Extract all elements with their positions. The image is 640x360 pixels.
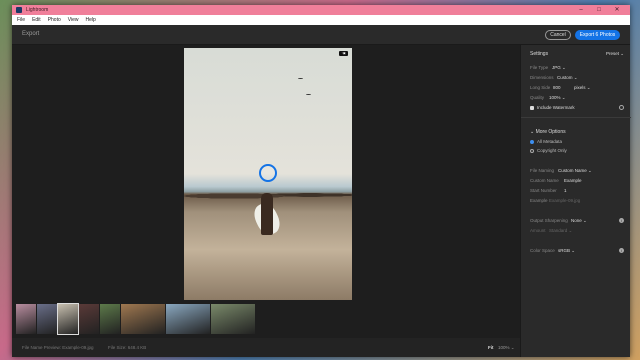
info-icon[interactable]: i (619, 218, 624, 223)
dimensions-dropdown[interactable]: Custom ⌄ (557, 75, 578, 81)
menu-edit[interactable]: Edit (32, 17, 41, 23)
photo-badge-icon: ↑▣ (339, 51, 348, 56)
long-side-label: Long Side (530, 85, 551, 90)
beach-surfer-thumb[interactable] (57, 303, 79, 335)
bird-shape (298, 78, 303, 80)
desk-thumb[interactable] (121, 304, 165, 334)
watermark-position-handle[interactable] (259, 164, 277, 182)
menu-bar: File Edit Photo View Help (12, 15, 630, 25)
menu-view[interactable]: View (68, 17, 79, 23)
surfer-shape (261, 193, 273, 235)
all-metadata-row: All Metadata (530, 139, 562, 144)
color-space-dropdown[interactable]: sRGB ⌄ (558, 248, 575, 254)
more-options-header[interactable]: ⌄ More Options (530, 129, 566, 135)
amount-label: Amount (530, 228, 546, 233)
output-sharpening-dropdown[interactable]: None ⌄ (571, 218, 587, 224)
copyright-only-label: Copyright Only (537, 148, 567, 153)
export-toolbar: Export Cancel Export 6 Photos (12, 25, 630, 45)
dimensions-label: Dimensions (530, 75, 554, 80)
all-metadata-radio[interactable] (530, 139, 534, 144)
long-side-row: Long Side 800 pixels ⌄ (530, 85, 591, 90)
file-type-dropdown[interactable]: JPG ⌄ (552, 65, 566, 71)
watermark-label: Include Watermark (537, 105, 575, 110)
quality-dropdown[interactable]: 100% ⌄ (549, 95, 566, 101)
file-naming-dropdown[interactable]: Custom Name ⌄ (558, 168, 592, 174)
export-settings-panel: Settings Preset ⌄ File Type JPG ⌄ Dimens… (520, 45, 631, 357)
watermark-checkbox[interactable] (530, 105, 534, 110)
cancel-button[interactable]: Cancel (545, 30, 571, 40)
example-row: Example Example-09.jpg (530, 198, 580, 203)
photo-preview[interactable]: ↑▣ (184, 48, 352, 300)
custom-name-label: Custom Name (530, 178, 559, 183)
window-controls: – □ ✕ (572, 5, 626, 15)
example-label: Example (530, 198, 548, 203)
watermark-settings-icon[interactable] (619, 105, 624, 110)
custom-name-row: Custom Name Example (530, 178, 582, 183)
more-options-label: More Options (535, 129, 566, 135)
person-thumb[interactable] (166, 304, 210, 334)
camera-thumb[interactable] (211, 304, 255, 334)
color-space-label: Color Space (530, 248, 555, 253)
bird-shape (306, 94, 311, 96)
preset-dropdown[interactable]: Preset ⌄ (606, 51, 624, 57)
menu-file[interactable]: File (17, 17, 25, 23)
settings-header: Settings (530, 51, 549, 57)
start-number-label: Start Number (530, 188, 557, 193)
filmstrip (16, 303, 516, 336)
divider (521, 117, 631, 118)
lightroom-window: Lightroom – □ ✕ File Edit Photo View Hel… (12, 5, 631, 357)
file-type-label: File Type (530, 65, 549, 70)
title-bar: Lightroom – □ ✕ (12, 5, 630, 15)
dark-portrait-thumb[interactable] (79, 304, 99, 334)
custom-name-input[interactable]: Example (564, 178, 582, 183)
watermark-row: Include Watermark (530, 105, 575, 110)
start-number-input[interactable]: 1 (564, 188, 567, 193)
status-bar: File Name Preview: Example-09.jpg File S… (12, 338, 520, 357)
quality-row: Quality 100% ⌄ (530, 95, 566, 100)
amount-dropdown[interactable]: Standard ⌄ (549, 228, 572, 234)
copyright-only-row: Copyright Only (530, 148, 567, 153)
outdoor-thumb[interactable] (100, 304, 120, 334)
info-icon[interactable]: i (619, 248, 624, 253)
file-naming-label: File Naming (530, 168, 555, 173)
export-photos-button[interactable]: Export 6 Photos (575, 30, 620, 40)
all-metadata-label: All Metadata (537, 139, 563, 144)
file-type-row: File Type JPG ⌄ (530, 65, 566, 70)
amount-row: Amount Standard ⌄ (530, 228, 572, 233)
quality-label: Quality (530, 95, 545, 100)
window-title: Lightroom (26, 7, 49, 13)
menu-photo[interactable]: Photo (48, 17, 61, 23)
start-number-row: Start Number 1 (530, 188, 567, 193)
color-space-row: Color Space sRGB ⌄ (530, 248, 575, 253)
output-sharpening-label: Output Sharpening (530, 218, 568, 223)
preview-area: ↑▣ File Name Preview: Example-09.jpg Fil… (12, 45, 520, 357)
abstract-thumb[interactable] (37, 304, 57, 334)
maximize-icon[interactable]: □ (590, 5, 608, 15)
copyright-only-radio[interactable] (530, 148, 534, 153)
lightroom-app-icon (16, 7, 22, 13)
export-heading: Export (22, 31, 40, 37)
flowers-thumb[interactable] (16, 304, 36, 334)
example-value: Example-09.jpg (549, 198, 581, 203)
minimize-icon[interactable]: – (572, 5, 590, 15)
file-size: File Size: 648.4 KB (108, 345, 147, 350)
output-sharpening-row: Output Sharpening None ⌄ (530, 218, 587, 223)
long-side-unit-dropdown[interactable]: pixels ⌄ (574, 85, 591, 91)
zoom-dropdown[interactable]: 100% ⌄ (498, 345, 515, 351)
menu-help[interactable]: Help (86, 17, 96, 23)
close-icon[interactable]: ✕ (608, 5, 626, 15)
long-side-input[interactable]: 800 (553, 85, 561, 90)
file-name-preview: File Name Preview: Example-09.jpg (22, 345, 94, 350)
file-naming-row: File Naming Custom Name ⌄ (530, 168, 592, 173)
dimensions-row: Dimensions Custom ⌄ (530, 75, 578, 80)
fit-button[interactable]: Fit (488, 345, 494, 350)
